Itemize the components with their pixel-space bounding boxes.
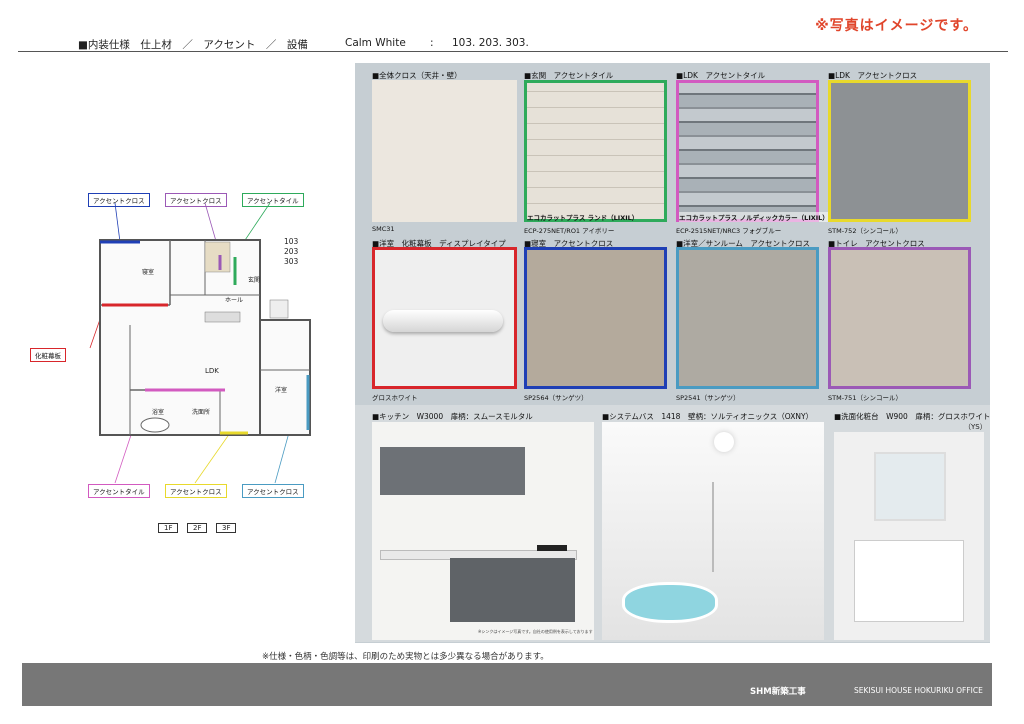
- room-label-bedroom: 寝室: [142, 269, 155, 276]
- equipment-caption-kitchen: ■キッチン W3000 扉柄：スムースモルタル: [372, 412, 533, 421]
- bath-image: [602, 422, 824, 640]
- material-swatch-ldk-cloth: [828, 80, 971, 222]
- room-label-ldk: LDK: [205, 367, 219, 375]
- floor-2f-button[interactable]: 2F: [187, 523, 208, 533]
- page-title: ■内装仕様 仕上材 ／ アクセント ／ 設備: [78, 39, 308, 51]
- room-label-hall: ホール: [225, 297, 244, 304]
- material-swatch-decor-panel: [372, 247, 517, 389]
- vanity-image: [834, 432, 984, 640]
- material-code-3: ECP-2515NET/NRC3 フォグブルー: [676, 227, 782, 235]
- room-label-entrance: 玄関: [248, 277, 261, 284]
- room-numbers: 103. 203. 303.: [452, 37, 529, 49]
- footer-project: SHM新築工事: [750, 687, 806, 697]
- header-separator: :: [430, 37, 434, 49]
- material-label-3: エコカラットプラス ノルディックカラー（LIXIL）: [679, 212, 829, 222]
- equipment-caption-vanity: ■洗面化粧台 W900 扉柄：グロスホワイト: [834, 412, 991, 421]
- material-code-1: SMC31: [372, 225, 395, 233]
- kitchen-image: [372, 422, 594, 640]
- room-label-wash: 洗面所: [192, 409, 211, 416]
- material-swatch-ldk-tile: [676, 80, 819, 222]
- material-swatch-toilet-cloth: [828, 247, 971, 389]
- material-code-6: SP2564（サンゲツ）: [524, 394, 588, 402]
- material-swatch-whole-cloth: [372, 80, 517, 222]
- material-code-5: グロスホワイト: [372, 394, 418, 402]
- color-scheme-name: Calm White: [345, 37, 406, 49]
- room-label-bath: 浴室: [152, 409, 165, 416]
- equipment-caption-bath: ■システムバス 1418 壁柄：ソルティオニックス（OXNY）: [602, 412, 814, 421]
- floor-3f-button[interactable]: 3F: [216, 523, 237, 533]
- material-code-8: STM-751（シンコール）: [828, 394, 902, 402]
- vanity-sub-note: （YS）: [964, 423, 987, 431]
- floorplan-drawing: [89, 202, 311, 484]
- header-rule: [18, 51, 1008, 52]
- material-label-2: エコカラットプラス ランド（LIXIL）: [527, 214, 639, 222]
- footer-bar: SHM新築工事 SEKISUI HOUSE HOKURIKU OFFICE: [22, 663, 992, 706]
- floorplan: アクセントクロス アクセントクロス アクセントタイル 化粧幕板 アクセントタイル…: [20, 185, 340, 533]
- disclaimer-note: ※仕様・色柄・色調等は、印刷のため実物とは多少異なる場合があります。: [262, 652, 549, 662]
- material-swatch-entrance-tile: [524, 80, 667, 222]
- footer-company: SEKISUI HOUSE HOKURIKU OFFICE: [854, 686, 983, 695]
- floor-1f-button[interactable]: 1F: [158, 523, 179, 533]
- material-code-4: STM-752（シンコール）: [828, 227, 902, 235]
- material-code-7: SP2541（サンゲツ）: [676, 394, 740, 402]
- material-code-2: ECP-275NET/RO1 アイボリー: [524, 227, 615, 235]
- room-label-western: 洋室: [275, 387, 288, 394]
- material-swatch-western-cloth: [676, 247, 819, 389]
- material-swatch-bedroom-cloth: [524, 247, 667, 389]
- kitchen-sub-note: ※シンクはイメージ写真です。自社の使用例を表示しております: [478, 629, 593, 634]
- image-notice: ※写真はイメージです。: [815, 18, 978, 34]
